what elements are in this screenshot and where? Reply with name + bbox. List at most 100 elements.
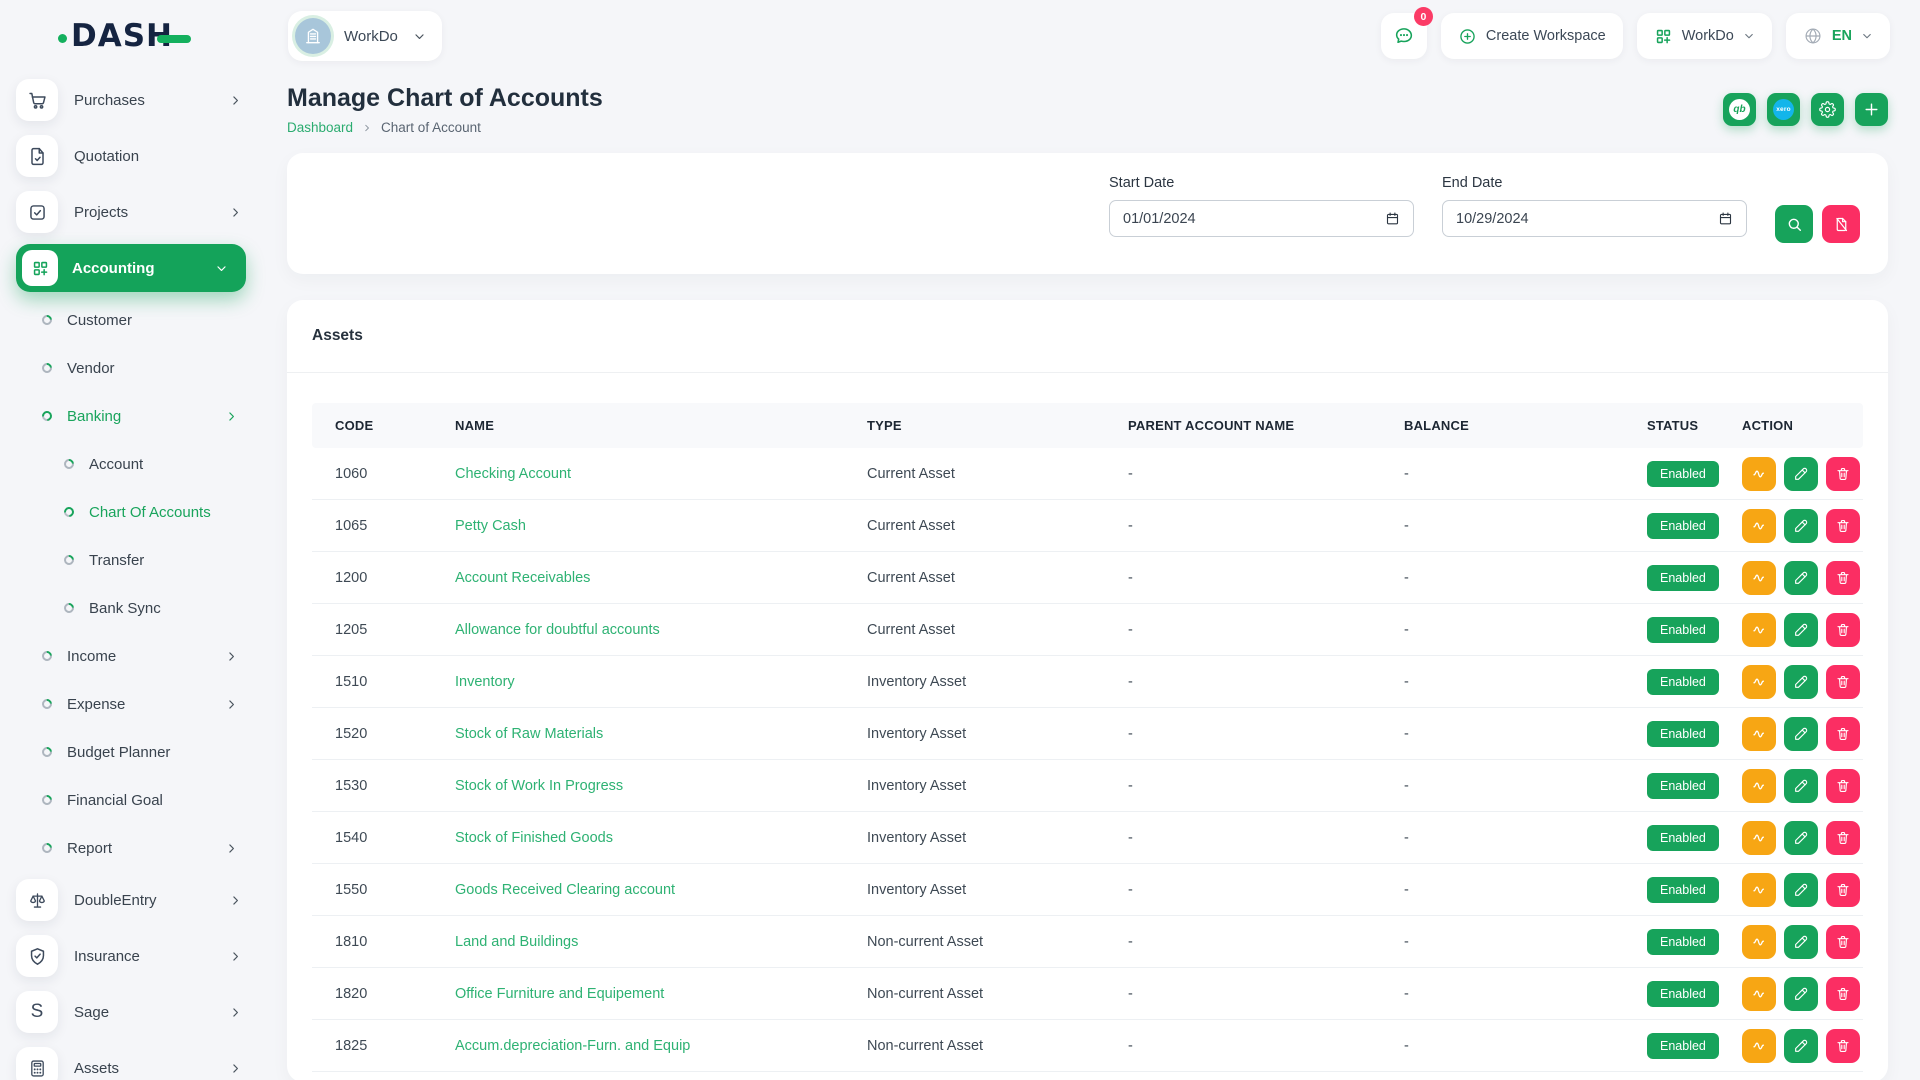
account-name-link[interactable]: Land and Buildings — [455, 934, 867, 950]
account-name-link[interactable]: Petty Cash — [455, 518, 867, 534]
sidebar-item-vendor[interactable]: Vendor — [0, 344, 264, 392]
delete-action-button[interactable] — [1826, 873, 1860, 907]
sidebar-item-assets[interactable]: Assets — [0, 1040, 264, 1080]
activity-action-button[interactable] — [1742, 509, 1776, 543]
sidebar-item-insurance[interactable]: Insurance — [0, 928, 264, 984]
settings-button[interactable] — [1811, 93, 1844, 126]
row-actions — [1742, 769, 1863, 803]
edit-action-button[interactable] — [1784, 925, 1818, 959]
calendar-icon[interactable] — [1385, 211, 1400, 226]
quickbooks-button[interactable]: qb — [1723, 93, 1756, 126]
chevron-down-icon — [413, 30, 426, 43]
sidebar-item-projects[interactable]: Projects — [0, 184, 264, 240]
sidebar-item-account[interactable]: Account — [0, 440, 264, 488]
sidebar-item-financial-goal[interactable]: Financial Goal — [0, 776, 264, 824]
delete-action-button[interactable] — [1826, 457, 1860, 491]
pencil-icon — [1793, 934, 1809, 950]
activity-action-button[interactable] — [1742, 457, 1776, 491]
xero-button[interactable]: xero — [1767, 93, 1800, 126]
activity-action-button[interactable] — [1742, 613, 1776, 647]
sidebar-item-accounting[interactable]: Accounting — [16, 244, 246, 292]
sidebar-item-doubleentry[interactable]: DoubleEntry — [0, 872, 264, 928]
account-name-link[interactable]: Accum.depreciation-Furn. and Equip — [455, 1038, 867, 1054]
delete-action-button[interactable] — [1826, 1029, 1860, 1063]
activity-action-button[interactable] — [1742, 821, 1776, 855]
edit-action-button[interactable] — [1784, 717, 1818, 751]
delete-action-button[interactable] — [1826, 769, 1860, 803]
dash-logo[interactable]: DASH — [58, 18, 191, 54]
workspace-selector[interactable]: WorkDo — [288, 11, 442, 61]
create-workspace-button[interactable]: Create Workspace — [1441, 13, 1623, 59]
activity-action-button[interactable] — [1742, 977, 1776, 1011]
bullet-icon — [40, 649, 54, 663]
sidebar-item-budget-planner[interactable]: Budget Planner — [0, 728, 264, 776]
delete-action-button[interactable] — [1826, 977, 1860, 1011]
status-badge: Enabled — [1647, 461, 1719, 487]
account-name-link[interactable]: Goods Received Clearing account — [455, 882, 867, 898]
calendar-icon[interactable] — [1718, 211, 1733, 226]
delete-action-button[interactable] — [1826, 613, 1860, 647]
account-name-link[interactable]: Stock of Work In Progress — [455, 778, 867, 794]
delete-action-button[interactable] — [1826, 717, 1860, 751]
sidebar-item-quotation[interactable]: Quotation — [0, 128, 264, 184]
delete-action-button[interactable] — [1826, 561, 1860, 595]
plus-circle-icon — [1458, 27, 1477, 46]
account-name-link[interactable]: Stock of Finished Goods — [455, 830, 867, 846]
edit-action-button[interactable] — [1784, 821, 1818, 855]
language-selector[interactable]: EN — [1786, 13, 1890, 59]
breadcrumb-dashboard-link[interactable]: Dashboard — [287, 120, 353, 135]
search-button[interactable] — [1775, 205, 1813, 243]
edit-action-button[interactable] — [1784, 613, 1818, 647]
scales-icon — [16, 879, 58, 921]
sidebar-item-purchases[interactable]: Purchases — [0, 72, 264, 128]
edit-action-button[interactable] — [1784, 873, 1818, 907]
activity-action-button[interactable] — [1742, 1029, 1776, 1063]
activity-action-button[interactable] — [1742, 769, 1776, 803]
bullet-icon — [62, 505, 76, 519]
edit-action-button[interactable] — [1784, 769, 1818, 803]
start-date-input[interactable]: 01/01/2024 — [1109, 200, 1414, 237]
sidebar-item-customer[interactable]: Customer — [0, 296, 264, 344]
account-type: Current Asset — [867, 466, 1128, 482]
activity-action-button[interactable] — [1742, 665, 1776, 699]
account-name-link[interactable]: Checking Account — [455, 466, 867, 482]
sidebar-item-chart-of-accounts[interactable]: Chart Of Accounts — [0, 488, 264, 536]
messages-button[interactable]: 0 — [1381, 13, 1427, 59]
edit-action-button[interactable] — [1784, 561, 1818, 595]
edit-action-button[interactable] — [1784, 665, 1818, 699]
sidebar-item-sage[interactable]: SSage — [0, 984, 264, 1040]
page-head: Manage Chart of Accounts Dashboard Chart… — [287, 84, 1888, 135]
edit-action-button[interactable] — [1784, 977, 1818, 1011]
status-cell: Enabled — [1647, 669, 1742, 695]
status-cell: Enabled — [1647, 773, 1742, 799]
edit-action-button[interactable] — [1784, 1029, 1818, 1063]
account-name-link[interactable]: Office Furniture and Equipement — [455, 986, 867, 1002]
sidebar-item-income[interactable]: Income — [0, 632, 264, 680]
account-type: Non-current Asset — [867, 934, 1128, 950]
activity-action-button[interactable] — [1742, 717, 1776, 751]
sidebar-item-expense[interactable]: Expense — [0, 680, 264, 728]
reset-filter-button[interactable] — [1822, 205, 1860, 243]
sidebar-item-bank-sync[interactable]: Bank Sync — [0, 584, 264, 632]
add-account-button[interactable] — [1855, 93, 1888, 126]
activity-action-button[interactable] — [1742, 561, 1776, 595]
sidebar-item-report[interactable]: Report — [0, 824, 264, 872]
account-name-link[interactable]: Account Receivables — [455, 570, 867, 586]
delete-action-button[interactable] — [1826, 665, 1860, 699]
topbar: WorkDo 0 Create Workspace WorkDo — [264, 0, 1920, 72]
end-date-input[interactable]: 10/29/2024 — [1442, 200, 1747, 237]
workdo-menu-button[interactable]: WorkDo — [1637, 13, 1772, 59]
delete-action-button[interactable] — [1826, 821, 1860, 855]
account-name-link[interactable]: Inventory — [455, 674, 867, 690]
edit-action-button[interactable] — [1784, 509, 1818, 543]
delete-action-button[interactable] — [1826, 925, 1860, 959]
account-name-link[interactable]: Allowance for doubtful accounts — [455, 622, 867, 638]
activity-action-button[interactable] — [1742, 925, 1776, 959]
delete-action-button[interactable] — [1826, 509, 1860, 543]
sidebar-item-transfer[interactable]: Transfer — [0, 536, 264, 584]
row-actions — [1742, 665, 1863, 699]
activity-action-button[interactable] — [1742, 873, 1776, 907]
sidebar-item-banking[interactable]: Banking — [0, 392, 264, 440]
edit-action-button[interactable] — [1784, 457, 1818, 491]
account-name-link[interactable]: Stock of Raw Materials — [455, 726, 867, 742]
